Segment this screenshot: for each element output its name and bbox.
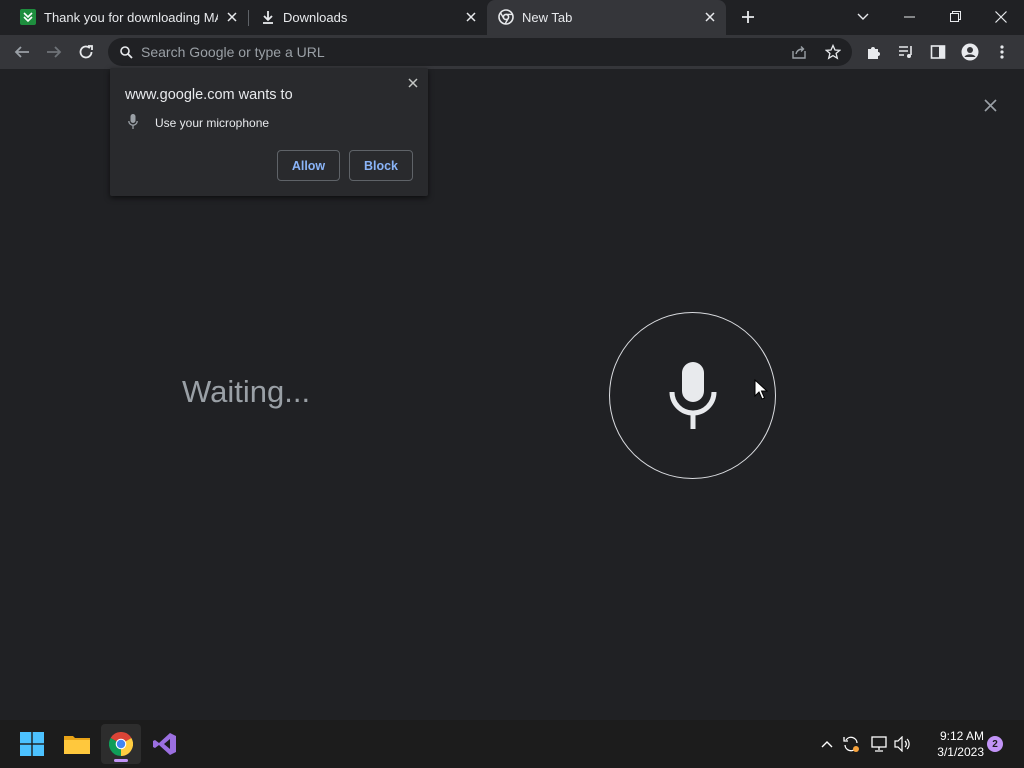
tab-title: Thank you for downloading MAS <box>44 10 218 25</box>
sync-icon <box>843 736 859 752</box>
minimize-button[interactable] <box>886 0 932 33</box>
side-panel-icon <box>930 45 946 59</box>
visual-studio-button[interactable] <box>145 724 185 764</box>
permission-heading: www.google.com wants to <box>125 87 293 103</box>
tab-close-icon[interactable] <box>224 9 240 25</box>
bookmark-star-icon[interactable] <box>824 43 843 60</box>
close-icon <box>983 98 997 112</box>
clock-time: 9:12 AM <box>939 729 984 743</box>
block-button[interactable]: Block <box>349 150 413 181</box>
tab-mas-download[interactable]: Thank you for downloading MAS <box>8 0 248 35</box>
restore-button[interactable] <box>932 0 978 33</box>
chevron-down-icon <box>857 13 869 20</box>
voice-search-close-button[interactable] <box>980 95 1000 115</box>
address-input[interactable] <box>141 38 741 66</box>
browser-toolbar <box>0 35 1024 69</box>
network-tray-button[interactable] <box>868 730 890 758</box>
active-app-indicator <box>114 759 128 762</box>
folder-icon <box>64 736 90 754</box>
puzzle-icon <box>868 47 880 59</box>
windows-logo-icon <box>20 732 44 756</box>
tab-strip: Thank you for downloading MAS Downloads … <box>0 0 1024 35</box>
arrow-left-icon <box>14 46 29 58</box>
popup-close-button[interactable] <box>405 75 421 91</box>
chrome-icon <box>109 732 133 756</box>
microphone-icon <box>669 361 716 429</box>
allow-button[interactable]: Allow <box>277 150 340 181</box>
green-download-icon <box>20 9 36 25</box>
taskbar-clock[interactable]: 9:12 AM 3/1/2023 <box>922 728 984 760</box>
tab-close-icon[interactable] <box>702 9 718 25</box>
omnibox[interactable] <box>108 38 852 66</box>
chrome-icon <box>498 9 514 25</box>
microphone-icon <box>128 114 138 129</box>
voice-mic-button[interactable] <box>609 312 776 479</box>
more-vertical-icon <box>1000 45 1004 59</box>
voice-status-text: Waiting... <box>182 374 311 409</box>
network-icon <box>871 736 887 752</box>
plus-icon <box>742 10 754 23</box>
permission-label: Use your microphone <box>155 116 270 130</box>
back-button[interactable] <box>7 37 37 67</box>
close-icon <box>408 78 418 88</box>
chevron-up-icon <box>821 741 833 748</box>
profile-button[interactable] <box>955 37 985 67</box>
show-hidden-icons-button[interactable] <box>816 730 838 758</box>
playlist-icon <box>899 46 912 58</box>
tab-title: New Tab <box>522 10 573 25</box>
side-panel-button[interactable] <box>923 37 953 67</box>
permission-popup: www.google.com wants to Use your microph… <box>110 68 428 196</box>
mouse-cursor-icon <box>754 379 768 400</box>
reload-button[interactable] <box>71 37 101 67</box>
new-tab-button[interactable] <box>731 0 765 33</box>
tab-search-button[interactable] <box>840 0 886 33</box>
reload-icon <box>79 45 93 59</box>
tab-new-tab[interactable]: New Tab <box>487 0 726 35</box>
download-icon <box>263 11 273 24</box>
share-icon[interactable] <box>791 44 809 60</box>
clock-date: 3/1/2023 <box>937 745 984 759</box>
start-button[interactable] <box>12 724 52 764</box>
taskbar: 9:12 AM 3/1/2023 2 <box>0 720 1024 768</box>
close-window-button[interactable] <box>978 0 1024 33</box>
tab-close-icon[interactable] <box>463 9 479 25</box>
restore-icon <box>949 11 961 22</box>
minimize-icon <box>903 16 915 17</box>
notification-badge[interactable]: 2 <box>987 736 1003 752</box>
speaker-icon <box>894 736 910 752</box>
search-icon <box>120 46 133 59</box>
close-icon <box>995 10 1007 23</box>
arrow-right-icon <box>47 46 62 58</box>
media-controls-button[interactable] <box>891 37 921 67</box>
menu-button[interactable] <box>987 37 1017 67</box>
file-explorer-button[interactable] <box>57 724 97 764</box>
tab-title: Downloads <box>283 10 348 25</box>
tab-downloads[interactable]: Downloads <box>248 0 486 35</box>
sync-tray-button[interactable] <box>840 730 862 758</box>
avatar-icon <box>961 43 979 61</box>
extensions-button[interactable] <box>859 37 889 67</box>
volume-tray-button[interactable] <box>892 730 914 758</box>
forward-button[interactable] <box>39 37 69 67</box>
chrome-taskbar-button[interactable] <box>101 724 141 764</box>
visual-studio-icon <box>153 733 176 755</box>
